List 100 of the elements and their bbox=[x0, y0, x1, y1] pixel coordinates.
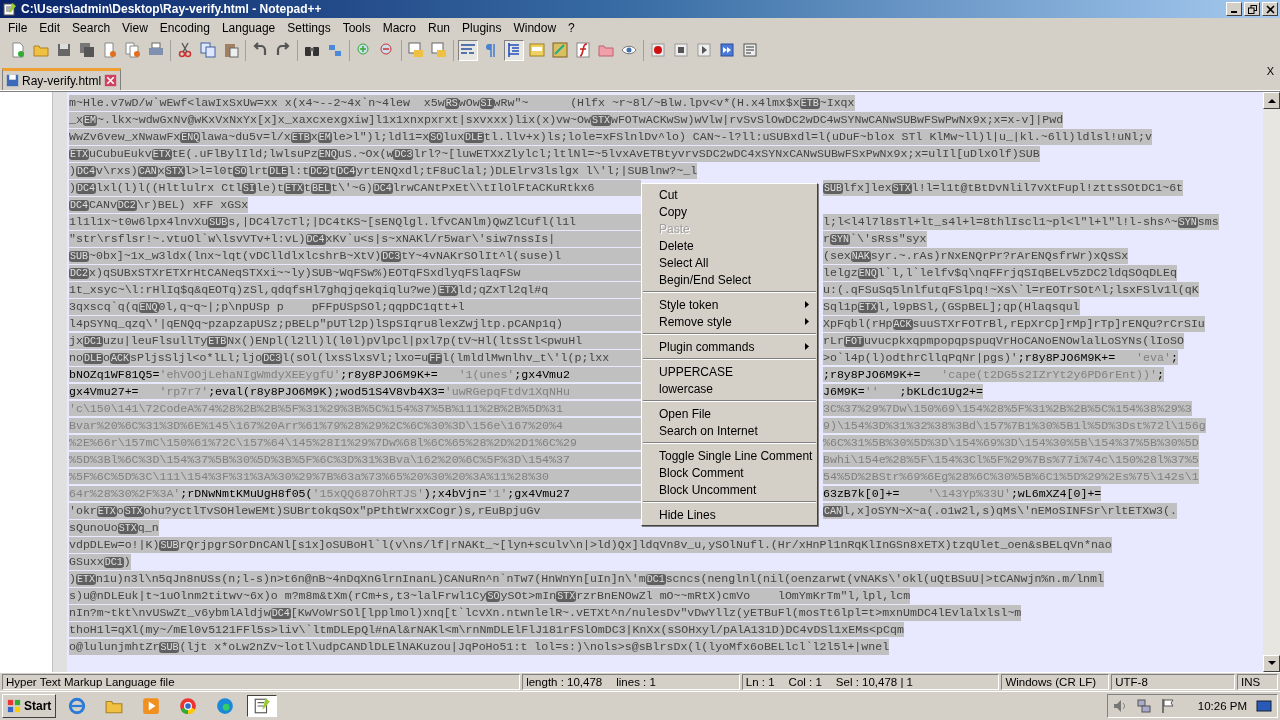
internet-explorer-icon bbox=[68, 697, 87, 715]
scroll-up-button[interactable] bbox=[1263, 92, 1280, 109]
menu-item[interactable]: Block Comment bbox=[642, 464, 817, 481]
edge-icon bbox=[216, 697, 235, 715]
undo-icon bbox=[252, 42, 268, 58]
copy-icon bbox=[200, 42, 216, 58]
show-desktop-icon[interactable] bbox=[1255, 698, 1273, 714]
menu-item[interactable]: Open File bbox=[642, 405, 817, 422]
fast-forward-icon bbox=[719, 42, 735, 58]
function-list-icon bbox=[575, 42, 591, 58]
close-tab-button[interactable]: X bbox=[1266, 65, 1274, 77]
down-arrow-icon bbox=[1267, 661, 1276, 666]
submenu-arrow-icon bbox=[805, 301, 809, 308]
menu-item[interactable]: lowercase bbox=[642, 380, 817, 397]
menu-item[interactable]: Settings bbox=[281, 20, 337, 35]
status-text: Col : 1 bbox=[788, 676, 822, 688]
close-button[interactable] bbox=[1262, 2, 1278, 16]
notepad-icon bbox=[3, 2, 17, 16]
menu-item[interactable]: Cut bbox=[642, 186, 817, 203]
close-file-icon bbox=[102, 42, 118, 58]
menu-item[interactable]: Style token bbox=[642, 296, 817, 313]
clock: 10:26 PM bbox=[1197, 700, 1247, 712]
menu-item[interactable]: Search bbox=[66, 20, 117, 35]
save-icon bbox=[56, 42, 72, 58]
menu-item[interactable]: Remove style bbox=[642, 313, 817, 330]
flag-icon[interactable] bbox=[1159, 698, 1176, 714]
paste-icon bbox=[223, 42, 239, 58]
cut-icon bbox=[177, 42, 193, 58]
close-icon[interactable] bbox=[104, 74, 118, 87]
new-file-icon bbox=[10, 42, 26, 58]
menu-item[interactable]: Copy bbox=[642, 203, 817, 220]
status-text: UTF-8 bbox=[1115, 676, 1148, 688]
close-all-icon bbox=[125, 42, 141, 58]
indent-guide-icon bbox=[506, 42, 522, 58]
menu-item[interactable]: Encoding bbox=[153, 20, 216, 35]
menu-item[interactable]: Plugins bbox=[456, 20, 508, 35]
file-tab[interactable]: Ray-verify.html bbox=[2, 68, 122, 90]
menu-item[interactable]: Macro bbox=[376, 20, 422, 35]
menu-item[interactable]: View bbox=[116, 20, 154, 35]
menu-item[interactable]: Begin/End Select bbox=[642, 271, 817, 288]
menu-item[interactable]: Window bbox=[507, 20, 563, 35]
save-all-icon bbox=[79, 42, 95, 58]
open-folder-icon bbox=[33, 42, 49, 58]
sync-horizontal-icon bbox=[431, 42, 447, 58]
menu-item[interactable]: Delete bbox=[642, 237, 817, 254]
print-icon bbox=[148, 42, 164, 58]
submenu-arrow-icon bbox=[805, 318, 809, 325]
menu-item[interactable]: Tools bbox=[336, 20, 377, 35]
zoom-in-icon bbox=[356, 42, 372, 58]
chrome-icon bbox=[179, 697, 198, 715]
status-text: Windows (CR LF) bbox=[1005, 676, 1097, 688]
speaker-icon[interactable] bbox=[1111, 698, 1128, 714]
network-icon[interactable] bbox=[1135, 698, 1152, 714]
menu-item[interactable]: Language bbox=[215, 20, 282, 35]
status-text: Sel : 10,478 | 1 bbox=[835, 676, 913, 688]
sync-vertical-icon bbox=[408, 42, 424, 58]
redo-icon bbox=[275, 42, 291, 58]
restore-icon bbox=[1247, 4, 1257, 14]
play-icon bbox=[696, 42, 712, 58]
scroll-down-button[interactable] bbox=[1263, 655, 1280, 672]
menu-item[interactable]: Edit bbox=[33, 20, 67, 35]
close-all-button[interactable] bbox=[123, 39, 143, 61]
media-player-icon bbox=[142, 697, 161, 715]
status-text: lines : 1 bbox=[616, 676, 656, 688]
record-icon bbox=[650, 42, 666, 58]
taskbar-app-button[interactable] bbox=[247, 695, 278, 717]
stop-icon bbox=[673, 42, 689, 58]
language-icon bbox=[529, 42, 545, 58]
menu-item[interactable]: Toggle Single Line Comment bbox=[642, 447, 817, 464]
menu-item[interactable]: Block Uncomment bbox=[642, 481, 817, 498]
indent-guide-button[interactable] bbox=[504, 39, 524, 61]
up-arrow-icon bbox=[1267, 98, 1276, 103]
menu-item[interactable]: ? bbox=[562, 20, 581, 35]
menu-item[interactable]: Select All bbox=[642, 254, 817, 271]
replace-icon bbox=[327, 42, 343, 58]
status-text: Ln : 1 bbox=[745, 676, 775, 688]
zoom-out-icon bbox=[379, 42, 395, 58]
minimize-button[interactable] bbox=[1226, 2, 1242, 16]
copy-button[interactable] bbox=[198, 39, 218, 61]
save-icon bbox=[6, 74, 19, 87]
status-text: Hyper Text Markup Language file bbox=[6, 676, 175, 688]
menu-item[interactable]: File bbox=[2, 20, 34, 35]
window-title: C:\Users\admin\Desktop\Ray-verify.html - Notepad++ bbox=[21, 2, 323, 16]
windows-logo-icon bbox=[7, 699, 21, 713]
folder-icon bbox=[598, 42, 614, 58]
submenu-arrow-icon bbox=[805, 343, 809, 350]
save-macro-icon bbox=[742, 42, 758, 58]
menu-item[interactable]: Search on Internet bbox=[642, 422, 817, 439]
notepad-icon bbox=[253, 697, 272, 715]
document-map-icon bbox=[552, 42, 568, 58]
start-button[interactable]: Start bbox=[2, 694, 57, 718]
status-text: length : 10,478 bbox=[526, 676, 603, 688]
function-list-button[interactable] bbox=[573, 39, 593, 61]
menu-item[interactable]: Run bbox=[422, 20, 457, 35]
word-wrap-button[interactable] bbox=[458, 39, 478, 61]
menu-item[interactable]: Hide Lines bbox=[642, 506, 817, 523]
close-icon bbox=[1265, 4, 1275, 14]
menu-item[interactable]: Plugin commands bbox=[642, 338, 817, 355]
restore-button[interactable] bbox=[1244, 2, 1260, 16]
menu-item[interactable]: UPPERCASE bbox=[642, 363, 817, 380]
